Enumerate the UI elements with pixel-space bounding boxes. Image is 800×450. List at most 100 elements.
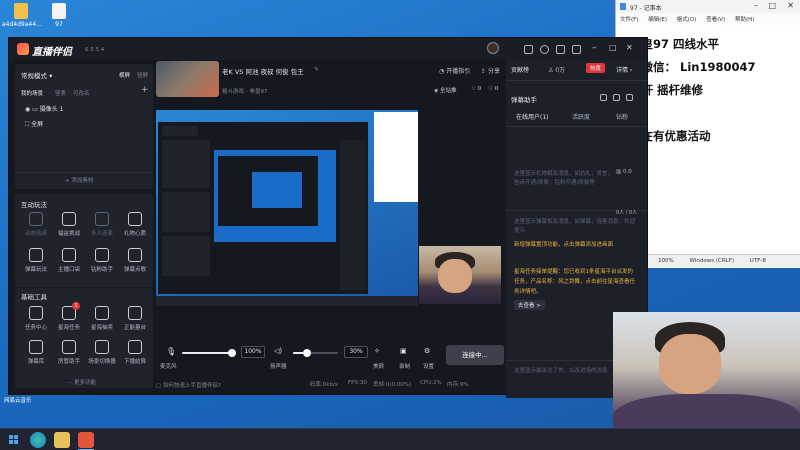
live-icon[interactable] <box>78 432 94 448</box>
gift-filter-icon[interactable]: ▥ 0.0 <box>616 169 632 175</box>
menu-view[interactable]: 查看(V) <box>706 17 725 23</box>
desktop-shortcut-label[interactable]: 网易云音乐 <box>4 396 32 404</box>
mic-volume-value[interactable]: 100% <box>241 346 265 358</box>
multi-icon <box>95 212 109 226</box>
like-counter: ♢ 0 <box>471 86 482 92</box>
avatar[interactable] <box>487 42 499 54</box>
tab-scene-2[interactable]: 竖表 <box>55 89 66 97</box>
scene-item[interactable]: ⛶ 全屏 <box>25 119 43 129</box>
preview-right-panel <box>340 140 366 290</box>
webcam-overlay[interactable] <box>419 246 501 304</box>
add-material-button[interactable]: + 添加素材 <box>65 176 93 184</box>
mic-slider[interactable] <box>182 349 236 357</box>
multi-tool[interactable]: 多人连麦 <box>85 212 119 237</box>
text-file-icon <box>52 3 66 19</box>
menu-format[interactable]: 格式(O) <box>677 17 697 23</box>
view-task-button[interactable]: 去查看 > <box>514 300 545 310</box>
lottery-tool[interactable]: 星海抽奖 <box>85 306 119 331</box>
headset-icon[interactable] <box>540 45 549 54</box>
more-features-button[interactable]: ··· 更多功能 <box>67 378 96 386</box>
tab-scene-3[interactable]: 可改名 <box>73 89 90 97</box>
fullsite-button[interactable]: ◈ 全站推 <box>434 86 457 94</box>
speaker-icon[interactable]: ◁) <box>274 347 282 355</box>
detail-button[interactable]: 详情 › <box>616 65 632 74</box>
maximize-icon[interactable]: □ <box>768 1 776 10</box>
stream-cover[interactable] <box>156 61 219 97</box>
contrib-label[interactable]: 贡献榜 <box>511 65 529 74</box>
windows-icon[interactable] <box>6 432 22 448</box>
help-hint-link[interactable]: ▢ 如何快速上手直播伴侣? <box>156 381 221 389</box>
pin-icon[interactable] <box>613 94 620 101</box>
task-tool[interactable]: 任务中心 <box>19 306 53 331</box>
message-icon[interactable] <box>524 45 533 54</box>
speaker-slider[interactable] <box>293 349 338 357</box>
stream-preview[interactable] <box>156 110 418 306</box>
switch-icon <box>95 340 109 354</box>
desktop-icon[interactable]: 97 <box>40 3 78 28</box>
filter-icon[interactable] <box>600 94 607 101</box>
minimize-icon[interactable]: – <box>592 43 597 53</box>
explorer-icon[interactable] <box>54 432 70 448</box>
interact-panel: 互动玩法 动态贴纸 福盒挑战 多人连麦 礼物心愿 弹幕玩法 主播口袋 钻粉助手 弹幕点歌 <box>15 194 153 287</box>
record-label[interactable]: 录制 <box>399 362 410 370</box>
portrait-button[interactable]: 竖屏 <box>137 71 148 79</box>
hot-badge[interactable]: 热度 <box>586 63 606 73</box>
menu-file[interactable]: 文件(F) <box>620 17 638 23</box>
add-scene-icon[interactable]: + <box>141 85 149 95</box>
close-icon[interactable]: ✕ <box>626 43 633 52</box>
notepad-title: 97 - 记事本 <box>630 5 662 12</box>
scene-panel: 常规模式 ▾ 横屏 竖屏 我的场景 竖表 可改名 + ◉ ▭ 摄像头 1 ⛶ 全… <box>15 64 153 189</box>
song-tool[interactable]: 弹幕点歌 <box>118 248 152 273</box>
gift-tool[interactable]: 礼物心愿 <box>118 212 152 237</box>
divider <box>15 172 153 173</box>
go-live-button[interactable]: 连接中... <box>446 345 504 365</box>
admin-tool[interactable]: 房管助手 <box>52 340 86 365</box>
preview-notepad <box>374 112 418 202</box>
popout-icon[interactable] <box>626 94 633 101</box>
desktop-icon[interactable]: a4d4d9a44... <box>2 3 42 28</box>
menu-icon[interactable] <box>572 45 581 54</box>
tab-my-scenes[interactable]: 我的场景 <box>21 89 43 97</box>
pocket-tool[interactable]: 主播口袋 <box>52 248 86 273</box>
notepad-menubar: 文件(F) 编辑(E) 格式(O) 查看(V) 帮助(H) <box>616 13 800 25</box>
settings-label[interactable]: 设置 <box>423 362 434 370</box>
preview-tools-panel <box>162 236 210 276</box>
help-icon[interactable] <box>556 45 565 54</box>
beauty-label[interactable]: 美颜 <box>373 362 384 370</box>
record-icon[interactable]: ▣ <box>400 347 407 355</box>
tab-online-users[interactable]: 在线用户(1) <box>516 112 549 121</box>
stream-title[interactable]: 老K VS 阿池 夜叔 何俊 包王 <box>222 66 304 76</box>
switch-tool[interactable]: 场景切换器 <box>85 340 119 365</box>
camera-icon: ▭ <box>32 106 38 113</box>
minimize-icon[interactable]: – <box>754 1 758 10</box>
stream-category[interactable]: 格斗游戏 - 拳皇97 <box>222 87 267 95</box>
close-icon[interactable]: ✕ <box>787 1 794 10</box>
box-tool[interactable]: 福盒挑战 <box>52 212 86 237</box>
mic-label: 麦克风 <box>160 364 177 370</box>
mic-icon[interactable]: 🎙 <box>166 347 176 356</box>
scene-item[interactable]: ◉ ▭ 摄像头 1 <box>25 104 64 113</box>
star-tool[interactable]: 1 星海任务 <box>52 302 86 331</box>
library-tool[interactable]: 弹幕库 <box>19 340 53 365</box>
guide-button[interactable]: ◔ 开播指引 <box>439 66 470 75</box>
download-tool[interactable]: 正能量台 <box>118 306 152 331</box>
mode-selector[interactable]: 常规模式 ▾ <box>21 70 52 80</box>
eye-icon[interactable]: ◉ <box>25 106 30 113</box>
landscape-button[interactable]: 横屏 <box>119 71 130 79</box>
end-icon <box>128 340 142 354</box>
edit-icon[interactable]: ✎ <box>314 66 319 73</box>
tab-diamond-fans[interactable]: 钻粉 <box>616 112 628 121</box>
danmu-tool[interactable]: 弹幕玩法 <box>19 248 53 273</box>
tab-activity[interactable]: 活跃度 <box>572 112 590 121</box>
end-tool[interactable]: 下播结算 <box>118 340 152 365</box>
speaker-volume-value[interactable]: 30% <box>344 346 368 358</box>
menu-help[interactable]: 帮助(H) <box>735 17 754 23</box>
beauty-icon[interactable]: ✧ <box>374 347 380 355</box>
fan-tool[interactable]: 钻粉助手 <box>85 248 119 273</box>
edge-icon[interactable] <box>30 432 46 448</box>
settings-icon[interactable]: ⚙ <box>424 347 430 355</box>
menu-edit[interactable]: 编辑(E) <box>648 17 667 23</box>
maximize-icon[interactable]: □ <box>609 43 617 52</box>
sticker-tool[interactable]: 动态贴纸 <box>19 212 53 237</box>
share-button[interactable]: ⇪ 分享 <box>481 66 500 75</box>
